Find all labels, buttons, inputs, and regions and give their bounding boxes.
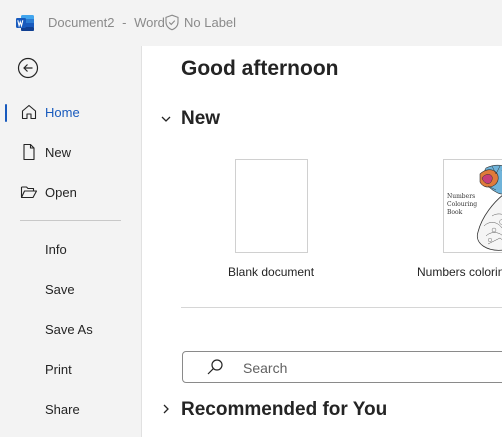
shield-check-icon[interactable] bbox=[164, 14, 180, 31]
sidebar-divider bbox=[20, 220, 121, 221]
home-icon bbox=[21, 104, 37, 120]
chevron-right-icon[interactable] bbox=[159, 402, 173, 416]
sidebar-item-label: Share bbox=[45, 402, 80, 417]
sidebar-item-open[interactable]: Open bbox=[0, 175, 140, 209]
sidebar-item-save-as[interactable]: Save As bbox=[0, 314, 140, 344]
sidebar-item-label: Info bbox=[45, 242, 67, 257]
search-placeholder: Search bbox=[243, 360, 288, 376]
sidebar-item-print[interactable]: Print bbox=[0, 354, 140, 384]
folder-open-icon bbox=[20, 186, 38, 199]
main-content: Good afternoon New Blank document Number… bbox=[141, 46, 502, 437]
sidebar-item-label: New bbox=[45, 144, 72, 160]
sidebar-item-home[interactable]: Home bbox=[0, 95, 140, 129]
search-icon bbox=[207, 359, 223, 375]
back-arrow-icon[interactable] bbox=[17, 57, 39, 79]
backstage-sidebar: Home New Open Info Save Save As Print Sh… bbox=[0, 46, 140, 437]
title-bar: Document2 - Word No Label bbox=[0, 0, 502, 46]
sidebar-item-share[interactable]: Share bbox=[0, 394, 140, 424]
template-numbers-coloring[interactable]: Numbers Colouring Book bbox=[443, 159, 502, 253]
window-title: Document2 - Word bbox=[48, 15, 165, 30]
page-title: Good afternoon bbox=[181, 57, 339, 80]
app-name: Word bbox=[134, 15, 165, 30]
active-indicator bbox=[5, 104, 7, 122]
template-label[interactable]: Blank document bbox=[228, 265, 314, 279]
sensitivity-label[interactable]: No Label bbox=[184, 15, 236, 30]
section-title-recommended[interactable]: Recommended for You bbox=[181, 399, 387, 421]
sidebar-item-label: Save As bbox=[45, 322, 93, 337]
new-document-icon bbox=[23, 143, 35, 161]
section-title-new[interactable]: New bbox=[181, 108, 220, 130]
sidebar-item-save[interactable]: Save bbox=[0, 274, 140, 304]
chevron-down-icon[interactable] bbox=[159, 112, 173, 126]
word-logo-icon bbox=[16, 15, 34, 31]
template-blank-document[interactable] bbox=[235, 159, 308, 253]
thumbnail-line: Book bbox=[447, 209, 463, 216]
sidebar-item-new[interactable]: New bbox=[0, 135, 140, 169]
sidebar-item-label: Home bbox=[45, 104, 80, 120]
title-separator: - bbox=[122, 15, 127, 30]
search-input[interactable]: Search bbox=[182, 351, 502, 383]
template-label[interactable]: Numbers coloring bbox=[417, 265, 502, 279]
sidebar-item-label: Save bbox=[45, 282, 75, 297]
thumbnail-text: Numbers Colouring Book bbox=[447, 193, 477, 217]
sidebar-item-info[interactable]: Info bbox=[0, 234, 140, 264]
sidebar-item-label: Print bbox=[45, 362, 72, 377]
section-divider bbox=[181, 307, 502, 308]
thumbnail-line: Colouring bbox=[447, 201, 478, 208]
thumbnail-line: Numbers bbox=[447, 193, 476, 200]
document-name: Document2 bbox=[48, 15, 115, 30]
sidebar-item-label: Open bbox=[45, 184, 77, 200]
